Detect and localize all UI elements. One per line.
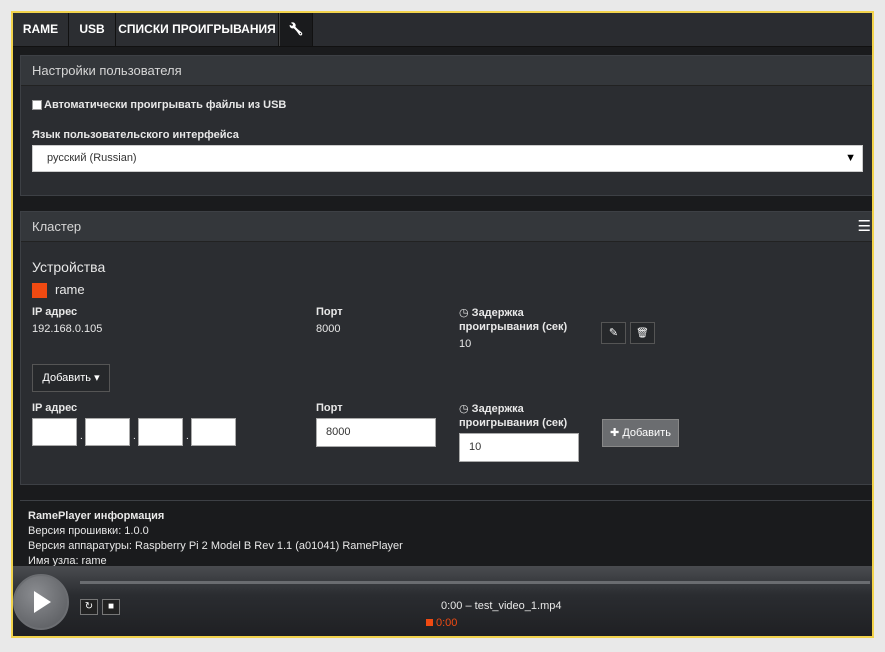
caret-down-icon: ▾ — [94, 372, 100, 384]
user-settings-title: Настройки пользователя — [21, 56, 872, 86]
tab-usb[interactable]: USB — [69, 13, 116, 46]
chevron-down-icon: ▼ — [845, 152, 856, 164]
now-playing: 0:00 – test_video_1.mp4 — [441, 600, 562, 612]
delete-device-button[interactable]: 🗑 — [630, 322, 655, 344]
delay-label-line2: проигрывания (сек) — [459, 321, 568, 333]
delay-input[interactable]: 10 — [459, 433, 579, 462]
wrench-icon: 🔧 — [288, 22, 304, 36]
tab-bar: RAME USB СПИСКИ ПРОИГРЫВАНИЯ 🔧 — [13, 13, 872, 47]
ip-octet-1-input[interactable] — [32, 418, 77, 446]
status-time: 0:00 — [436, 617, 458, 629]
pencil-icon: ✎ — [608, 327, 619, 339]
language-label: Язык пользовательского интерфейса — [32, 129, 239, 141]
port-label: Порт — [316, 306, 343, 318]
form-delay-label: ◷ Задержка — [459, 403, 524, 415]
cluster-title: Кластер ☰ — [21, 212, 872, 242]
play-button[interactable] — [13, 574, 69, 630]
ip-dot: . — [80, 431, 83, 442]
ip-octet-4-input[interactable] — [191, 418, 236, 446]
seek-bar[interactable] — [80, 581, 870, 584]
refresh-button[interactable]: ↻ — [80, 599, 98, 615]
hamburger-icon[interactable]: ☰ — [858, 212, 871, 241]
refresh-icon: ↻ — [84, 601, 94, 612]
ip-dot: . — [133, 431, 136, 442]
stop-icon: ■ — [107, 601, 115, 612]
status-indicator — [426, 619, 433, 626]
tab-settings[interactable]: 🔧 — [279, 13, 313, 46]
trash-icon: 🗑 — [636, 328, 649, 339]
cluster-panel: Кластер ☰ Устройства rame IP адрес 192.1… — [20, 211, 872, 485]
ip-value: 192.168.0.105 — [32, 323, 103, 335]
language-value: русский (Russian) — [47, 152, 137, 164]
form-port-label: Порт — [316, 402, 343, 414]
autoplay-checkbox[interactable] — [32, 100, 42, 110]
delay-value: 10 — [459, 338, 472, 350]
user-settings-panel: Настройки пользователя Автоматически про… — [20, 55, 872, 196]
firmware-version: Версия прошивки: 1.0.0 — [28, 525, 149, 537]
clock-icon: ◷ — [459, 403, 469, 415]
ip-dot: . — [186, 431, 189, 442]
add-dropdown-button[interactable]: Добавить ▾ — [32, 364, 110, 392]
tab-rame[interactable]: RAME — [13, 13, 69, 46]
ip-label: IP адрес — [32, 306, 78, 318]
player-bar: ↻ ■ 0:00 – test_video_1.mp4 0:00 — [13, 566, 872, 636]
language-select[interactable]: русский (Russian) ▼ — [32, 145, 863, 172]
port-input[interactable]: 8000 — [316, 418, 436, 447]
hardware-version: Версия аппаратуры: Raspberry Pi 2 Model … — [28, 540, 403, 552]
info-title: RamePlayer информация — [28, 510, 165, 522]
stop-button[interactable]: ■ — [102, 599, 120, 615]
delay-label: ◷ Задержка — [459, 307, 524, 319]
ip-octet-3-input[interactable] — [138, 418, 183, 446]
devices-title: Устройства — [32, 259, 106, 275]
device-color-swatch — [32, 283, 47, 298]
app-frame: RAME USB СПИСКИ ПРОИГРЫВАНИЯ 🔧 Настройки… — [11, 11, 874, 638]
autoplay-label: Автоматически проигрывать файлы из USB — [44, 99, 287, 111]
form-ip-label: IP адрес — [32, 402, 78, 414]
clock-icon: ◷ — [459, 307, 469, 319]
device-name: rame — [55, 282, 85, 297]
ip-octet-2-input[interactable] — [85, 418, 130, 446]
tab-playlists[interactable]: СПИСКИ ПРОИГРЫВАНИЯ — [116, 13, 279, 46]
add-device-button[interactable]: ✚ Добавить — [602, 419, 679, 447]
port-value: 8000 — [316, 323, 341, 335]
edit-device-button[interactable]: ✎ — [601, 322, 626, 344]
form-delay-label-line2: проигрывания (сек) — [459, 417, 568, 429]
